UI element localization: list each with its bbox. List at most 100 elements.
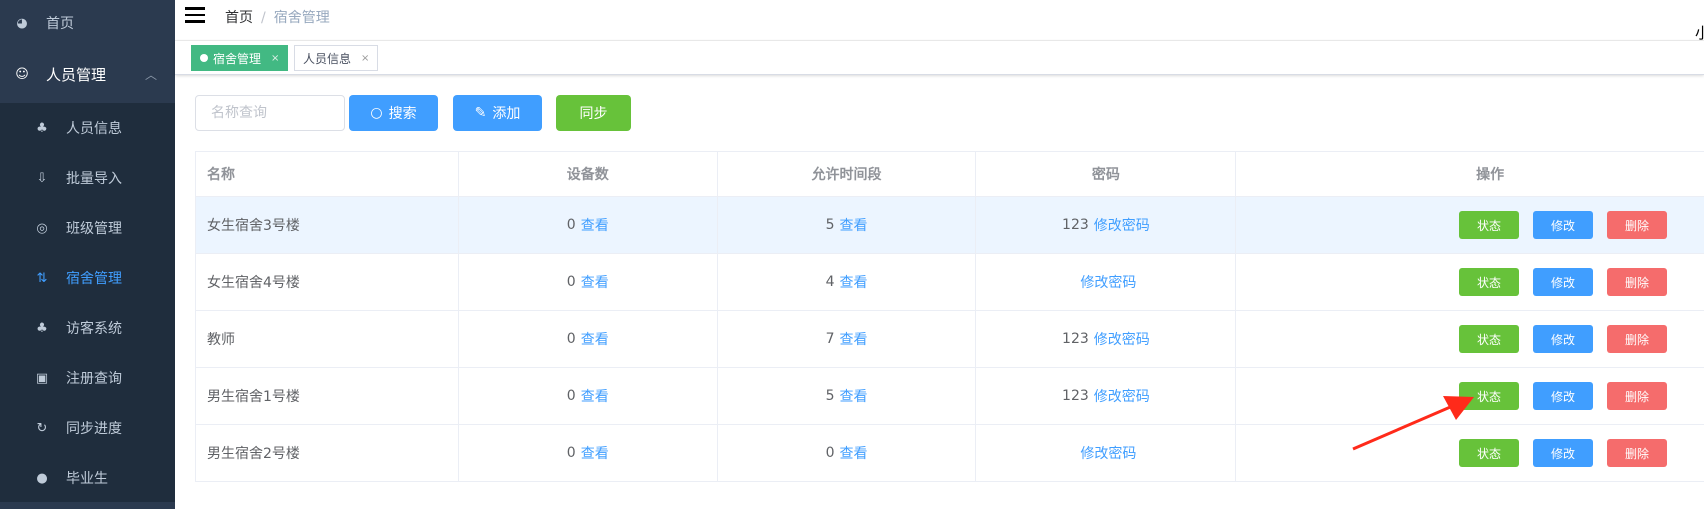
view-periods-link[interactable]: 查看 (840, 443, 868, 463)
status-button[interactable]: 状态 (1459, 268, 1520, 296)
sync-button[interactable]: 同步 (556, 95, 631, 131)
sidebar-item[interactable]: ⇩ 批量导入 (0, 153, 175, 203)
search-icon: ○ (370, 105, 383, 121)
edit-button[interactable]: 修改 (1533, 382, 1594, 410)
status-button[interactable]: 状态 (1459, 325, 1520, 353)
delete-button[interactable]: 删除 (1607, 325, 1668, 353)
device-count: 0 (566, 217, 576, 233)
delete-button[interactable]: 删除 (1607, 439, 1668, 467)
sidebar-item[interactable]: ♣ 访客系统 (0, 303, 175, 353)
devices-cell: 0 查看 (459, 368, 718, 424)
close-icon[interactable]: × (361, 53, 369, 64)
sidebar-item-label: 批量导入 (66, 171, 122, 187)
password-cell: 123 修改密码 (976, 311, 1237, 367)
periods-cell: 5 查看 (718, 368, 977, 424)
password-value: 123 (1062, 217, 1089, 233)
view-devices-link[interactable]: 查看 (581, 215, 609, 235)
view-devices-link[interactable]: 查看 (581, 386, 609, 406)
view-periods-link[interactable]: 查看 (840, 215, 868, 235)
sidebar-item-label: 毕业生 (66, 471, 108, 487)
device-count: 0 (566, 331, 576, 347)
actions-cell: 状态 修改 删除 (1236, 425, 1704, 481)
tab-label: 人员信息 (303, 51, 352, 66)
class-icon: ◎ (36, 220, 48, 236)
actions-cell: 状态 修改 删除 (1236, 197, 1704, 253)
change-password-link[interactable]: 修改密码 (1094, 215, 1150, 235)
close-icon[interactable]: × (271, 53, 279, 64)
active-dot-icon (200, 54, 208, 62)
edit-button[interactable]: 修改 (1533, 325, 1594, 353)
view-periods-link[interactable]: 查看 (840, 272, 868, 292)
change-password-link[interactable]: 修改密码 (1094, 329, 1150, 349)
period-count: 5 (825, 388, 835, 404)
delete-button[interactable]: 删除 (1607, 268, 1668, 296)
sidebar: ◕ 首页 ☺ 人员管理 ︿ ♣ 人员信息 ⇩ 批量导入 ◎ 班级管理 ⇅ 宿舍管理 ♣ 访客系统 ▣… (0, 0, 175, 509)
actions-cell: 状态 修改 删除 (1236, 254, 1704, 310)
chevron-up-icon: ︿ (144, 68, 157, 82)
tab-label: 宿舍管理 (213, 51, 262, 66)
name-cell: 男生宿舍2号楼 (196, 425, 459, 481)
column-header: 设备数 (459, 152, 718, 196)
name-cell: 教师 (196, 311, 459, 367)
sidebar-group-personnel[interactable]: ☺ 人员管理 ︿ (0, 46, 175, 103)
device-count: 0 (566, 388, 576, 404)
breadcrumb-home[interactable]: 首页 (225, 10, 253, 26)
device-count: 0 (566, 445, 576, 461)
change-password-link[interactable]: 修改密码 (1094, 386, 1150, 406)
sidebar-item-home[interactable]: ◕ 首页 (0, 0, 175, 46)
sidebar-item[interactable]: ▣ 注册查询 (0, 353, 175, 403)
devices-cell: 0 查看 (459, 425, 718, 481)
view-devices-link[interactable]: 查看 (581, 272, 609, 292)
user-name[interactable]: 小 (1695, 22, 1704, 43)
table-header: 名称 设备数 允许时间段 密码 操作 (196, 152, 1704, 197)
status-button[interactable]: 状态 (1459, 439, 1520, 467)
org-tree-icon: ♣ (36, 120, 48, 136)
sidebar-item-label: 人员信息 (66, 121, 122, 137)
password-cell: 123 修改密码 (976, 368, 1237, 424)
password-cell: 修改密码 (976, 425, 1237, 481)
view-devices-link[interactable]: 查看 (581, 329, 609, 349)
swap-icon: ⇅ (36, 270, 48, 286)
delete-button[interactable]: 删除 (1607, 211, 1668, 239)
tab-dorm-management[interactable]: 宿舍管理 × (191, 45, 289, 71)
tab-personnel-info[interactable]: 人员信息 × (294, 45, 379, 71)
edit-button[interactable]: 修改 (1533, 211, 1594, 239)
status-button[interactable]: 状态 (1459, 382, 1520, 410)
search-button[interactable]: ○ 搜索 (349, 95, 438, 131)
status-button[interactable]: 状态 (1459, 211, 1520, 239)
sidebar-item[interactable]: ● 毕业生 (0, 453, 175, 503)
device-count: 0 (566, 274, 576, 290)
delete-button[interactable]: 删除 (1607, 382, 1668, 410)
periods-cell: 0 查看 (718, 425, 977, 481)
search-input[interactable] (195, 95, 345, 131)
periods-cell: 7 查看 (718, 311, 977, 367)
devices-cell: 0 查看 (459, 254, 718, 310)
table-row: 教师 0 查看 7 查看 123 修改密码 状态 修改 删除 (196, 311, 1704, 368)
sidebar-item[interactable]: ⇅ 宿舍管理 (0, 253, 175, 303)
edit-button[interactable]: 修改 (1533, 439, 1594, 467)
table-row: 女生宿舍4号楼 0 查看 4 查看 修改密码 状态 修改 删除 (196, 254, 1704, 311)
password-cell: 123 修改密码 (976, 197, 1237, 253)
devices-cell: 0 查看 (459, 197, 718, 253)
breadcrumb-separator: / (261, 10, 266, 26)
password-value: 123 (1062, 331, 1089, 347)
view-devices-link[interactable]: 查看 (581, 443, 609, 463)
change-password-link[interactable]: 修改密码 (1080, 443, 1136, 463)
periods-cell: 4 查看 (718, 254, 977, 310)
table-row: 男生宿舍2号楼 0 查看 0 查看 修改密码 状态 修改 删除 (196, 425, 1704, 482)
column-header: 密码 (976, 152, 1237, 196)
column-header: 允许时间段 (718, 152, 977, 196)
add-button[interactable]: ✎ 添加 (453, 95, 542, 131)
change-password-link[interactable]: 修改密码 (1080, 272, 1136, 292)
view-periods-link[interactable]: 查看 (840, 329, 868, 349)
sidebar-item[interactable]: ◎ 班级管理 (0, 203, 175, 253)
edit-button[interactable]: 修改 (1533, 268, 1594, 296)
org-tree-icon: ♣ (36, 320, 48, 336)
sidebar-item[interactable]: ↻ 同步进度 (0, 403, 175, 453)
sidebar-item-label: 同步进度 (66, 421, 122, 437)
sidebar-item[interactable]: ♣ 人员信息 (0, 103, 175, 153)
sidebar-next-group[interactable] (0, 502, 175, 509)
hamburger-menu-icon[interactable] (185, 7, 205, 23)
view-periods-link[interactable]: 查看 (840, 386, 868, 406)
table-row: 男生宿舍1号楼 0 查看 5 查看 123 修改密码 状态 修改 删除 (196, 368, 1704, 425)
